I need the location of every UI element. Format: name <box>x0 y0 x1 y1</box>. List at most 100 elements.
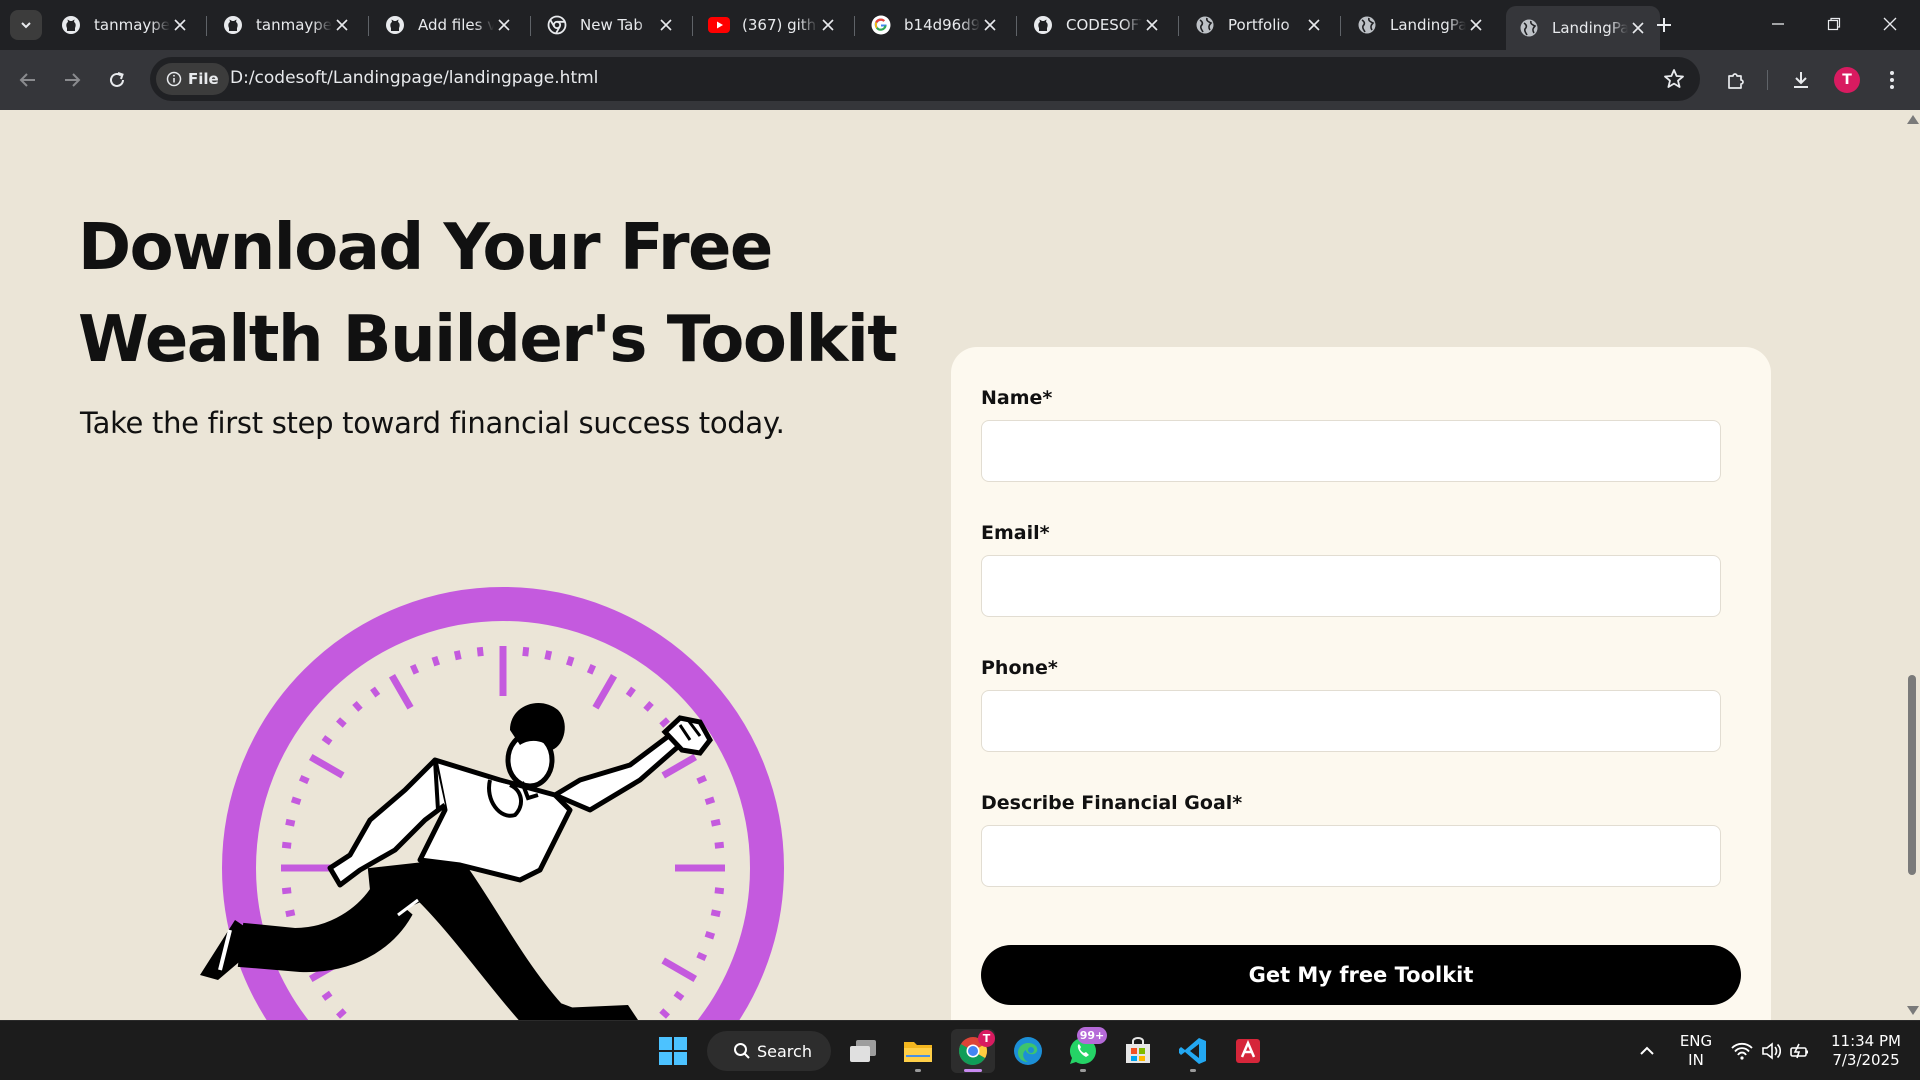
close-tab-button[interactable] <box>656 15 676 35</box>
clock-minute-mark <box>285 909 296 918</box>
chrome-icon <box>546 14 568 36</box>
close-tab-button[interactable] <box>1628 18 1648 38</box>
bookmark-star-icon[interactable] <box>1662 67 1686 91</box>
github-icon <box>60 14 82 36</box>
reload-icon <box>110 72 124 87</box>
clock-minute-mark <box>298 774 310 785</box>
close-tab-button[interactable] <box>170 15 190 35</box>
browser-tab[interactable]: LandingPa <box>1506 6 1660 50</box>
puzzle-icon <box>1728 73 1744 89</box>
page-scrollbar[interactable] <box>1904 110 1920 1020</box>
browser-tab[interactable]: CODESOFT <box>1020 5 1174 45</box>
taskbar-search-label: Search <box>757 1041 812 1061</box>
search-icon <box>734 1043 750 1059</box>
close-tab-button[interactable] <box>818 15 838 35</box>
clock-minute-mark <box>696 774 708 785</box>
tab-divider <box>1340 16 1341 36</box>
tab-title: New Tab <box>580 16 643 34</box>
clock-minute-mark <box>704 796 716 806</box>
show-hidden-icons-button[interactable] <box>1625 1029 1669 1073</box>
back-button[interactable] <box>12 64 44 96</box>
minimize-icon <box>1772 23 1784 25</box>
tab-title: LandingPa <box>1390 16 1466 34</box>
tab-divider <box>1016 16 1017 36</box>
task-view-button[interactable] <box>841 1029 885 1073</box>
browser-tab[interactable]: (367) githu <box>696 5 850 45</box>
store-icon <box>1126 1037 1150 1063</box>
site-info-chip[interactable]: File <box>156 63 229 95</box>
volume-icon <box>1762 1042 1781 1060</box>
avatar: T <box>1834 67 1860 93</box>
close-tab-button[interactable] <box>332 15 352 35</box>
minimize-button[interactable] <box>1750 0 1806 48</box>
close-tab-button[interactable] <box>1466 15 1486 35</box>
url-text[interactable]: D:/codesoft/Landingpage/landingpage.html <box>230 68 598 88</box>
clock-minute-mark <box>714 887 725 895</box>
battery-charging-icon <box>1790 1043 1808 1059</box>
get-toolkit-button[interactable]: Get My free Toolkit <box>981 945 1741 1005</box>
phone-input[interactable] <box>981 690 1721 752</box>
clock-minute-mark <box>352 701 363 712</box>
autocad-app[interactable] <box>1226 1029 1270 1073</box>
quick-settings-button[interactable] <box>1726 1029 1816 1073</box>
forward-button[interactable] <box>56 64 88 96</box>
chrome-app[interactable]: T <box>951 1029 995 1073</box>
close-tab-button[interactable] <box>494 15 514 35</box>
edge-app[interactable] <box>1006 1029 1050 1073</box>
scroll-up-arrow[interactable] <box>1907 115 1919 124</box>
running-indicator <box>915 1069 921 1072</box>
notification-badge: 99+ <box>1077 1027 1107 1044</box>
clock-minute-mark <box>336 1008 347 1019</box>
clock-hour-mark <box>661 753 698 779</box>
clock-minute-mark <box>409 663 420 675</box>
clock-hour-mark <box>308 753 345 779</box>
email-label: Email* <box>981 522 1050 544</box>
close-icon <box>1470 19 1482 31</box>
new-tab-button[interactable] <box>1649 10 1679 40</box>
reload-button[interactable] <box>101 64 133 96</box>
clock-minute-mark <box>659 1008 670 1019</box>
browser-tab[interactable]: b14d96d9a <box>858 5 1012 45</box>
profile-button[interactable]: T <box>1831 64 1863 96</box>
globe-icon <box>1356 14 1378 36</box>
clock-area[interactable]: 11:34 PM 7/3/2025 <box>1820 1032 1912 1070</box>
active-indicator <box>964 1069 982 1072</box>
downloads-button[interactable] <box>1785 64 1817 96</box>
scheme-label: File <box>188 70 219 88</box>
browser-tab[interactable]: Portfolio <box>1182 5 1336 45</box>
browser-tab[interactable]: tanmaypes <box>48 5 202 45</box>
taskbar-search[interactable]: Search <box>707 1031 831 1071</box>
scroll-down-arrow[interactable] <box>1907 1006 1919 1015</box>
clock-minute-mark <box>321 990 333 1001</box>
tab-title: tanmaypes <box>94 16 170 34</box>
restore-icon <box>1827 17 1841 31</box>
browser-tab[interactable]: Add files via <box>372 5 526 45</box>
browser-tab[interactable]: LandingPa <box>1344 5 1498 45</box>
browser-tab[interactable]: New Tab <box>534 5 688 45</box>
input-language-indicator[interactable]: ENG IN <box>1676 1032 1716 1070</box>
browser-menu-button[interactable] <box>1876 64 1908 96</box>
close-tab-button[interactable] <box>1304 15 1324 35</box>
close-icon <box>984 19 996 31</box>
extensions-button[interactable] <box>1720 64 1752 96</box>
microsoft-store-app[interactable] <box>1116 1029 1160 1073</box>
close-tab-button[interactable] <box>980 15 1000 35</box>
browser-tab[interactable]: tanmaypes <box>210 5 364 45</box>
file-explorer-app[interactable] <box>896 1029 940 1073</box>
start-button[interactable] <box>651 1029 695 1073</box>
clock-hour-mark <box>388 673 414 710</box>
scrollbar-thumb[interactable] <box>1908 675 1916 875</box>
address-bar[interactable]: File D:/codesoft/Landingpage/landingpage… <box>150 57 1700 101</box>
vscode-app[interactable] <box>1171 1029 1215 1073</box>
task-view-icon <box>850 1040 876 1062</box>
restore-button[interactable] <box>1806 0 1862 48</box>
tab-search-button[interactable] <box>10 10 42 40</box>
name-input[interactable] <box>981 420 1721 482</box>
describe-financial-goal-input[interactable] <box>981 825 1721 887</box>
folder-icon <box>904 1042 932 1062</box>
close-tab-button[interactable] <box>1142 15 1162 35</box>
whatsapp-app[interactable]: 99+ <box>1061 1027 1107 1073</box>
close-window-button[interactable] <box>1862 0 1918 48</box>
email-input[interactable] <box>981 555 1721 617</box>
name-label: Name* <box>981 387 1053 409</box>
